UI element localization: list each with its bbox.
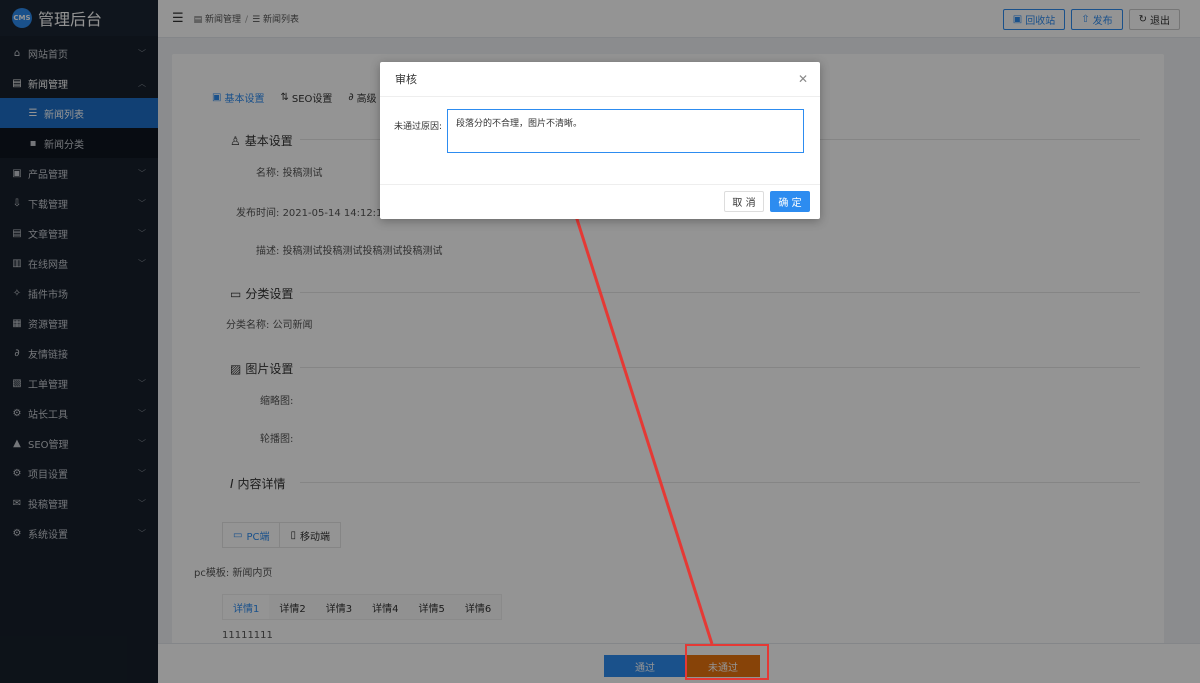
confirm-button[interactable]: 确 定: [770, 191, 810, 212]
dialog-body: 未通过原因: 段落分的不合理，图片不清晰。: [380, 97, 820, 185]
close-icon[interactable]: ✕: [798, 72, 808, 86]
dialog-title: 审核: [395, 73, 417, 86]
dialog-header: 审核 ✕: [380, 62, 820, 97]
dialog-footer: 取 消 确 定: [380, 185, 820, 219]
review-dialog: 审核 ✕ 未通过原因: 段落分的不合理，图片不清晰。 取 消 确 定: [380, 62, 820, 219]
reason-label: 未通过原因:: [394, 122, 443, 132]
cancel-button[interactable]: 取 消: [724, 191, 764, 212]
reject-reason-textarea[interactable]: 段落分的不合理，图片不清晰。: [447, 109, 804, 153]
